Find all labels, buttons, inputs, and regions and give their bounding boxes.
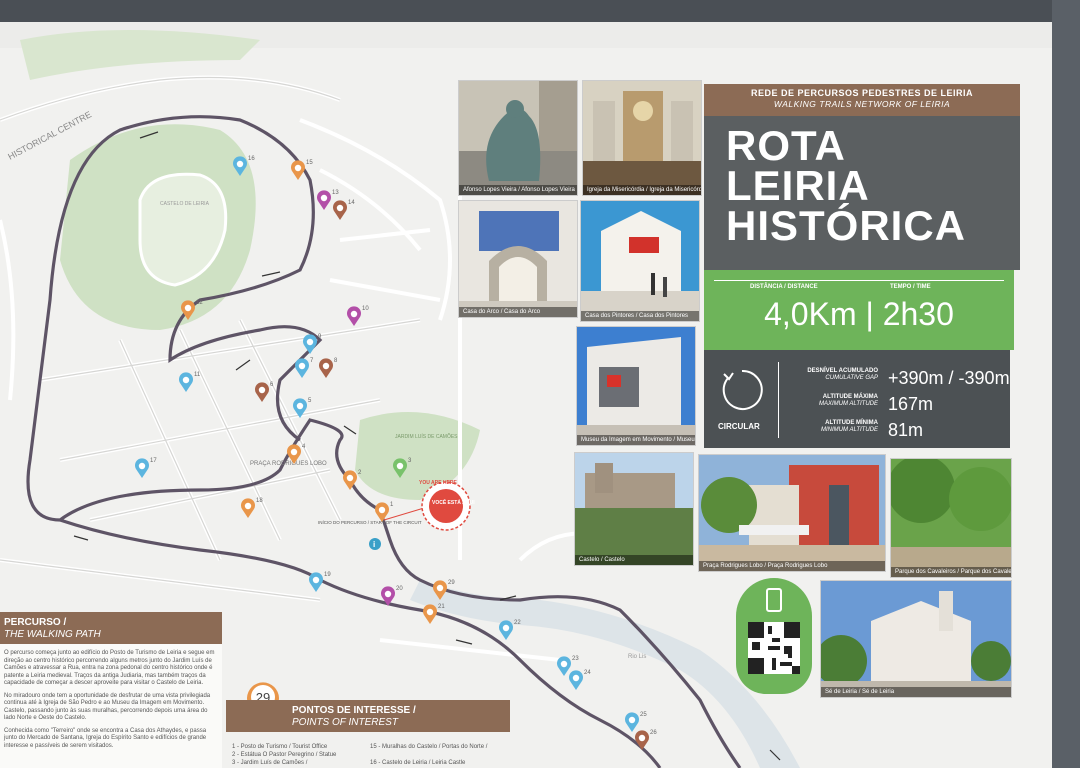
- stat-value: 81m: [888, 420, 924, 440]
- qr-code-badge[interactable]: [736, 578, 812, 694]
- circular-label: CIRCULAR: [718, 422, 760, 431]
- poi-item: 2 - Estátua O Pastor Peregrino / Statue: [232, 752, 337, 758]
- svg-text:i: i: [373, 540, 375, 549]
- svg-text:10: 10: [362, 306, 369, 312]
- photo-arch: Casa do Arco / Casa do Arco: [458, 200, 578, 318]
- qr-code: [748, 622, 800, 674]
- walking-path-header: PERCURSO / THE WALKING PATH: [0, 612, 222, 644]
- square-label: PRAÇA RODRIGUES LOBO: [250, 461, 327, 467]
- description-paragraph: Conhecida como "Terreiro" onde se encont…: [4, 727, 207, 749]
- svg-text:17: 17: [150, 458, 157, 464]
- stat-label-en: CUMULATIVE GAP: [825, 375, 878, 381]
- route-title-line2: LEIRIA: [726, 162, 870, 209]
- svg-text:12: 12: [196, 300, 203, 306]
- photo-castle: Castelo / Castelo: [574, 452, 694, 566]
- svg-text:16: 16: [248, 156, 255, 162]
- stat-label: ALTITUDE MÁXIMA: [822, 394, 878, 400]
- stat-label: ALTITUDE MÍNIMA: [825, 420, 878, 426]
- photo-caption: Afonso Lopes Vieira / Afonso Lopes Vieir…: [459, 185, 577, 195]
- circular-route-icon: [722, 369, 763, 410]
- photo-caption: Sé de Leiria / Sé de Leiria: [821, 687, 1011, 697]
- distance-time-value: 4,0Km | 2h30: [764, 296, 954, 332]
- poi-item: 16 - Castelo de Leiria / Leiria Castle: [370, 760, 466, 766]
- walking-path-title: PERCURSO /: [4, 617, 67, 628]
- walking-path-subtitle: THE WALKING PATH: [4, 629, 101, 640]
- svg-text:24: 24: [584, 670, 591, 676]
- photo-park: Parque dos Cavaleiros / Parque dos Caval…: [890, 458, 1012, 578]
- poi-item: 1 - Posto de Turismo / Tourist Office: [232, 744, 328, 750]
- walking-path-description: PERCURSO / THE WALKING PATH O percurso c…: [0, 612, 222, 768]
- park-label: JARDIM LUÍS DE CAMÕES: [395, 433, 458, 440]
- phone-icon: [766, 588, 782, 612]
- river-label: Rio Lis: [628, 654, 646, 660]
- svg-text:11: 11: [194, 372, 201, 378]
- svg-text:13: 13: [332, 190, 339, 196]
- route-title-line1: ROTA: [726, 122, 846, 169]
- svg-text:YOU ARE HERE: YOU ARE HERE: [419, 480, 458, 486]
- poi-title: PONTOS DE INTERESSE /: [292, 705, 416, 716]
- svg-text:20: 20: [396, 586, 403, 592]
- network-title-pt: REDE DE PERCURSOS PEDESTRES DE LEIRIA: [750, 88, 974, 98]
- photo-caption: Parque dos Cavaleiros / Parque dos Caval…: [891, 567, 1011, 577]
- stat-label-en: MAXIMUM ALTITUDE: [818, 401, 878, 407]
- distance-time-panel: DISTÂNCIA / DISTANCE TEMPO / TIME 4,0Km …: [704, 270, 1014, 350]
- photo-caption: Praça Rodrigues Lobo / Praça Rodrigues L…: [699, 561, 885, 571]
- svg-text:22: 22: [514, 620, 521, 626]
- svg-text:15: 15: [306, 160, 313, 166]
- network-title-en: WALKING TRAILS NETWORK OF LEIRIA: [773, 99, 951, 109]
- svg-text:19: 19: [324, 572, 331, 578]
- svg-text:23: 23: [572, 656, 579, 662]
- points-of-interest-header: PONTOS DE INTERESSE / POINTS OF INTEREST: [226, 700, 510, 732]
- description-paragraph: O percurso começa junto ao edifício do P…: [4, 650, 215, 686]
- route-title-panel: REDE DE PERCURSOS PEDESTRES DE LEIRIA WA…: [704, 84, 1020, 270]
- route-title-line3: HISTÓRICA: [726, 202, 966, 249]
- network-banner: REDE DE PERCURSOS PEDESTRES DE LEIRIA WA…: [704, 84, 1020, 116]
- photo-caption: Museu da Imagem em Movimento / Museu da …: [577, 435, 695, 445]
- elevation-panel: CIRCULAR DESNÍVEL ACUMULADO CUMULATIVE GA…: [704, 350, 1010, 448]
- svg-text:21: 21: [438, 604, 445, 610]
- svg-text:VOCÊ ESTÁ AQUI: VOCÊ ESTÁ AQUI: [432, 498, 475, 506]
- poi-subtitle: POINTS OF INTEREST: [292, 717, 398, 728]
- photo-church-interior: Igreja da Misericórdia / Igreja da Miser…: [582, 80, 702, 196]
- poi-item: 3 - Jardim Luís de Camões /: [232, 760, 308, 766]
- time-label: TEMPO / TIME: [890, 284, 931, 290]
- stat-value: +390m / -390m: [888, 368, 1010, 388]
- poi-item: 15 - Muralhas do Castelo / Portas do Nor…: [370, 744, 488, 750]
- photo-cathedral: Sé de Leiria / Sé de Leiria: [820, 580, 1012, 698]
- svg-text:14: 14: [348, 200, 355, 206]
- description-paragraph: No miradouro onde tem a oportunidade de …: [4, 692, 211, 722]
- svg-text:29: 29: [448, 580, 455, 586]
- svg-text:26: 26: [650, 730, 657, 736]
- photo-caption: Castelo / Castelo: [575, 555, 693, 565]
- svg-text:18: 18: [256, 498, 263, 504]
- photo-caption: Casa dos Pintores / Casa dos Pintores: [581, 311, 699, 321]
- stat-label: DESNÍVEL ACUMULADO: [807, 368, 878, 374]
- distance-label: DISTÂNCIA / DISTANCE: [750, 284, 818, 290]
- castle-label: CASTELO DE LEIRIA: [160, 201, 210, 207]
- information-board: HISTORICAL CENTRE CASTELO DE LEIRIA PRAÇ…: [0, 0, 1080, 768]
- photo-caption: Casa do Arco / Casa do Arco: [459, 307, 577, 317]
- board-frame: [1052, 0, 1080, 768]
- stat-value: 167m: [888, 394, 934, 414]
- photo-painters-house: Casa dos Pintores / Casa dos Pintores: [580, 200, 700, 322]
- photo-square: Praça Rodrigues Lobo / Praça Rodrigues L…: [698, 454, 886, 572]
- photo-caption: Igreja da Misericórdia / Igreja da Miser…: [583, 185, 701, 195]
- photo-statue: Afonso Lopes Vieira / Afonso Lopes Vieir…: [458, 80, 578, 196]
- photo-museum: Museu da Imagem em Movimento / Museu da …: [576, 326, 696, 446]
- start-label: INÍCIO DO PERCURSO / START OF THE CIRCUI…: [318, 519, 422, 525]
- svg-text:25: 25: [640, 712, 647, 718]
- route-title: ROTA LEIRIA HISTÓRICA: [726, 122, 966, 249]
- stat-label-en: MINIMUM ALTITUDE: [821, 427, 878, 433]
